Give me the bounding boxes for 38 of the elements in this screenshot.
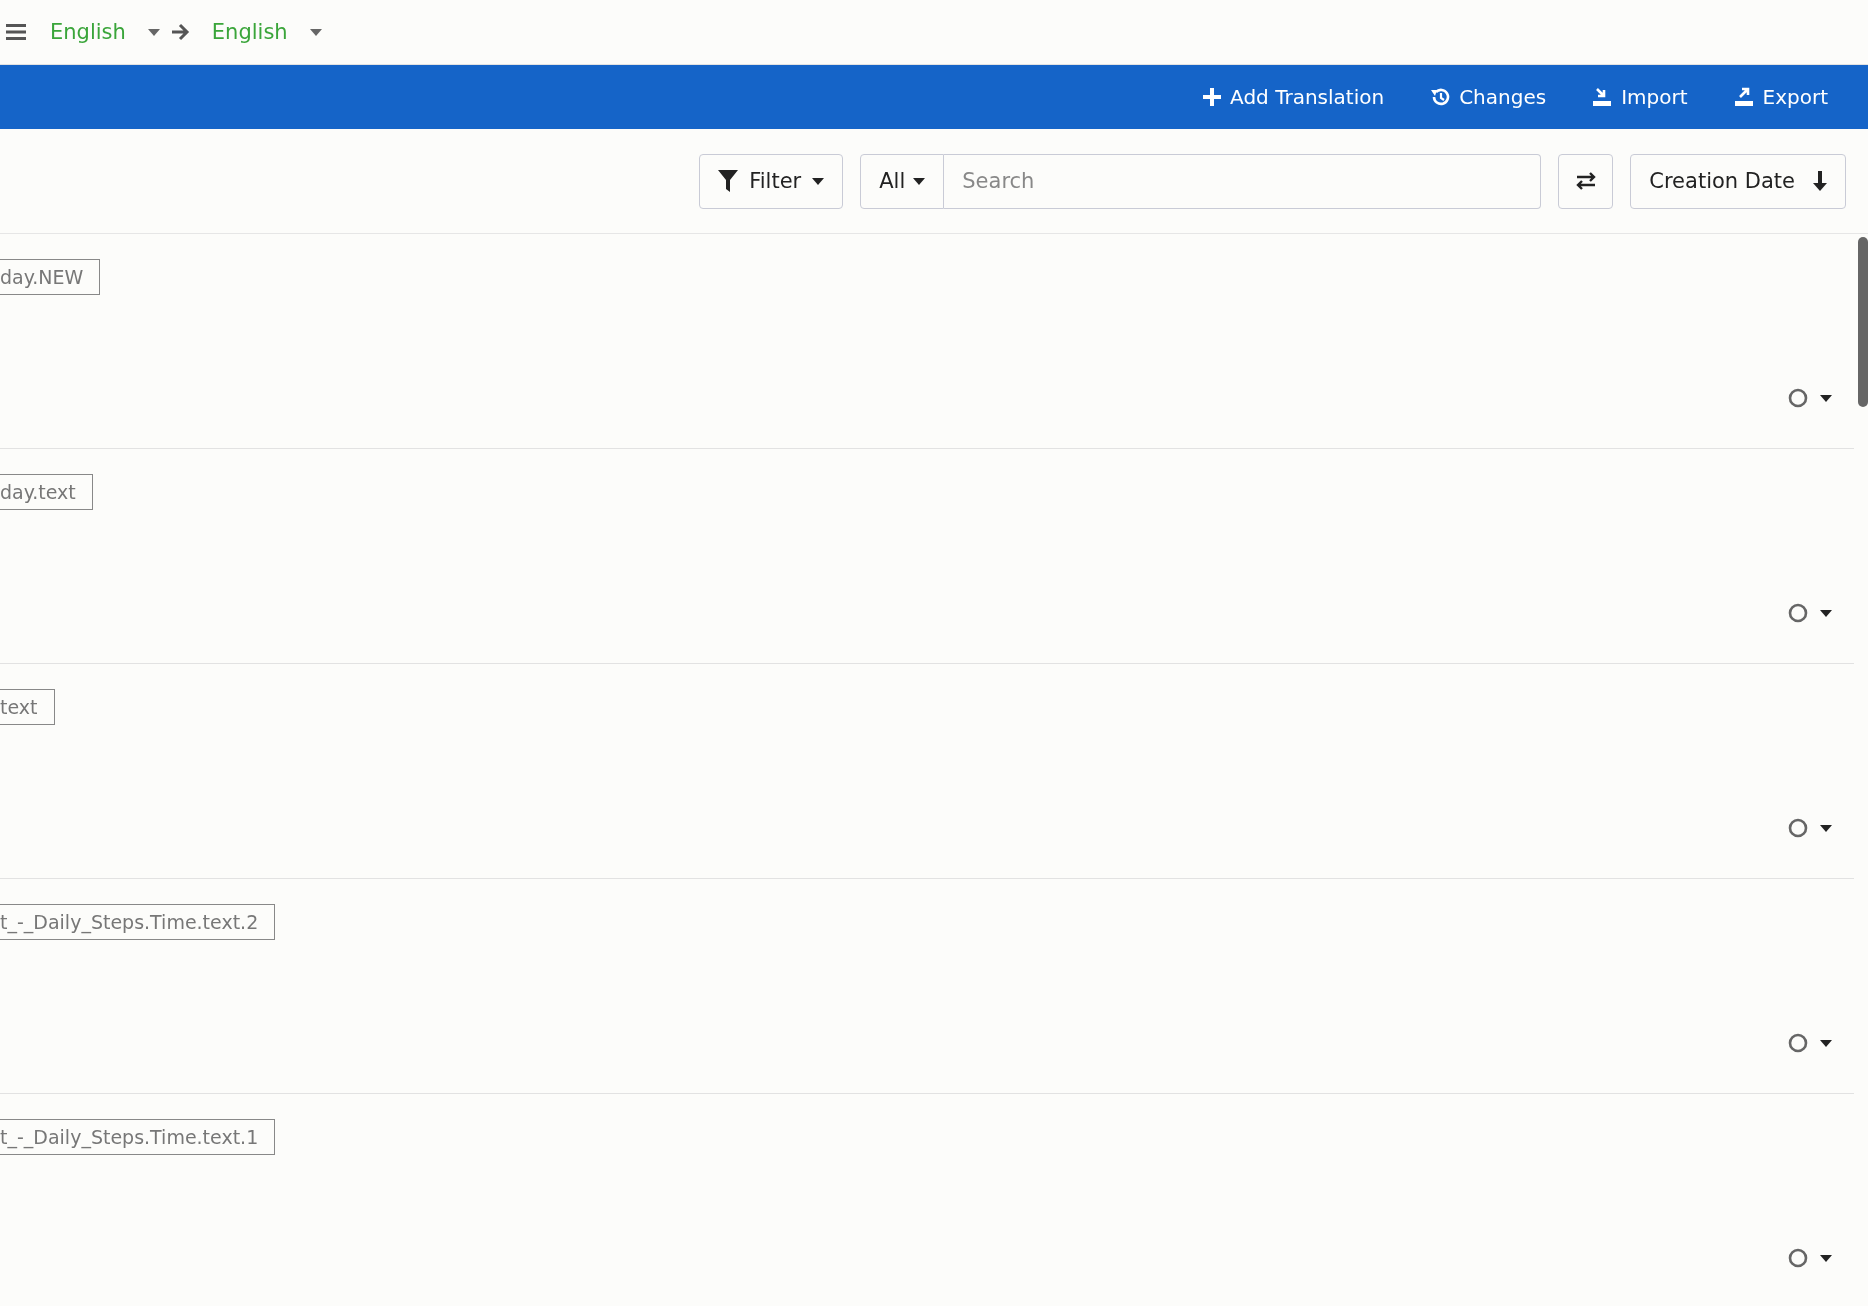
scope-dropdown[interactable]: All	[860, 153, 945, 209]
translation-key-tag: t_-_Daily_Steps.Time.text.1	[0, 1119, 276, 1155]
plus-icon	[1203, 88, 1222, 106]
caret-icon[interactable]	[1820, 609, 1832, 617]
caret-icon	[913, 177, 926, 185]
caret-icon[interactable]	[1820, 394, 1832, 402]
caret-icon	[812, 177, 825, 185]
translation-key-tag: day.NEW	[0, 259, 101, 295]
filter-button[interactable]: Filter	[699, 153, 844, 209]
caret-icon[interactable]	[1820, 1039, 1832, 1047]
export-icon	[1733, 87, 1754, 107]
status-circle-icon[interactable]	[1788, 1033, 1808, 1053]
search-field[interactable]: Search	[944, 153, 1542, 209]
arrow-right-icon	[169, 23, 190, 41]
action-link[interactable]: Add Translation	[1203, 85, 1385, 109]
action-link[interactable]: Export	[1733, 85, 1828, 109]
filter-icon	[718, 170, 739, 192]
translation-key-tag: t_-_Daily_Steps.Time.text.2	[0, 904, 276, 940]
translation-key-tag: day.text	[0, 474, 93, 510]
arrow-down-icon	[1813, 171, 1827, 191]
sort-button[interactable]: Creation Date	[1630, 153, 1846, 209]
action-link[interactable]: Changes	[1430, 85, 1547, 109]
status-circle-icon[interactable]	[1788, 388, 1808, 408]
status-circle-icon[interactable]	[1788, 1248, 1808, 1268]
swap-button[interactable]	[1558, 153, 1614, 209]
action-link[interactable]: Import	[1592, 85, 1688, 109]
status-circle-icon[interactable]	[1788, 818, 1808, 838]
swap-icon	[1574, 172, 1597, 190]
menu-icon[interactable]	[6, 23, 26, 41]
import-icon	[1592, 87, 1613, 107]
source-language-select[interactable]: English	[50, 20, 126, 44]
status-circle-icon[interactable]	[1788, 603, 1808, 623]
target-language-select[interactable]: English	[211, 20, 288, 44]
scrollbar-thumb[interactable]	[1858, 237, 1868, 407]
history-icon	[1430, 87, 1451, 107]
caret-icon[interactable]	[1820, 1254, 1832, 1262]
caret-icon[interactable]	[1820, 824, 1832, 832]
translation-key-tag: text	[0, 689, 55, 725]
